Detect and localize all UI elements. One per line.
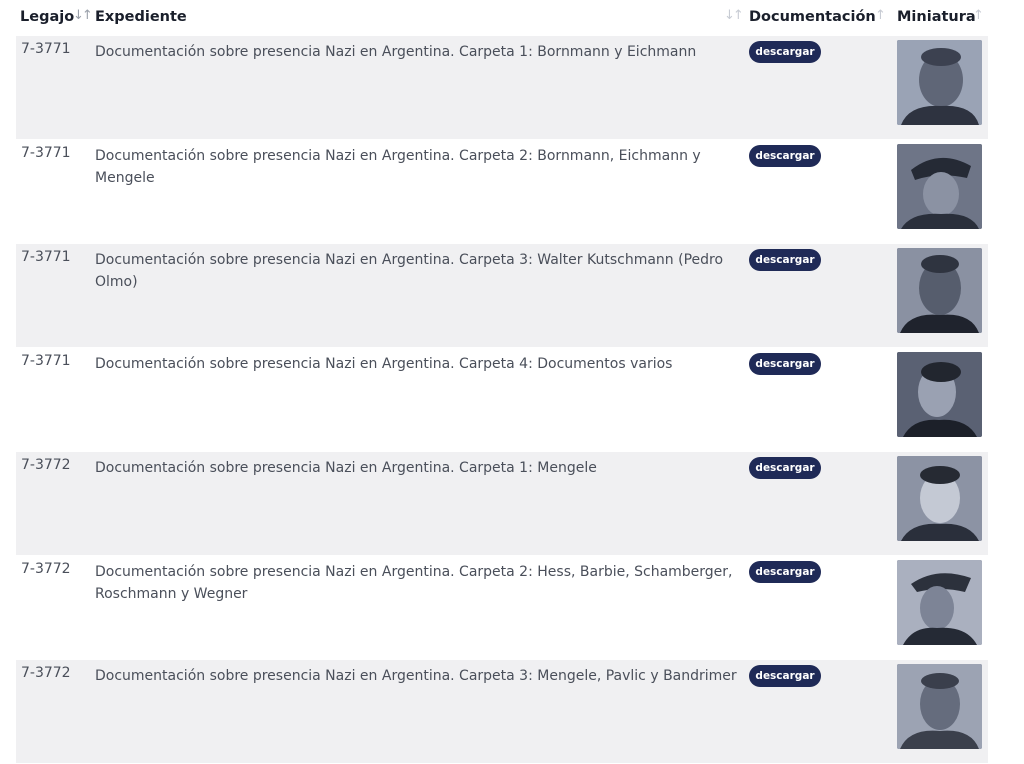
download-button[interactable]: descargar [749, 665, 821, 687]
download-button[interactable]: descargar [749, 249, 821, 271]
header-miniatura[interactable]: Miniatura [897, 9, 976, 25]
table-row: 7-3771 Documentación sobre presencia Naz… [16, 348, 988, 452]
portrait-thumbnail[interactable] [897, 144, 982, 229]
legajo-cell: 7-3772 [21, 665, 71, 681]
portrait-thumbnail[interactable] [897, 248, 982, 333]
legajo-cell: 7-3772 [21, 561, 71, 577]
header-legajo[interactable]: Legajo [20, 9, 74, 25]
legajo-cell: 7-3772 [21, 457, 71, 473]
sort-arrows-icon[interactable]: ↑ [973, 8, 984, 23]
download-button[interactable]: descargar [749, 41, 821, 63]
expediente-cell: Documentación sobre presencia Nazi en Ar… [95, 148, 701, 186]
portrait-image [897, 560, 982, 645]
sort-arrows-icon[interactable]: ↑ [875, 8, 886, 23]
header-expediente[interactable]: Expediente [95, 9, 187, 25]
portrait-image [897, 352, 982, 437]
expediente-cell: Documentación sobre presencia Nazi en Ar… [95, 564, 733, 602]
portrait-thumbnail[interactable] [897, 352, 982, 437]
portrait-thumbnail[interactable] [897, 560, 982, 645]
legajo-cell: 7-3771 [21, 249, 71, 265]
legajo-cell: 7-3771 [21, 145, 71, 161]
download-button[interactable]: descargar [749, 145, 821, 167]
sort-arrows-icon[interactable]: ↓↑ [73, 8, 93, 23]
table-header: Legajo ↓↑ Expediente ↓↑ Documentación ↑ … [16, 0, 988, 36]
expediente-cell: Documentación sobre presencia Nazi en Ar… [95, 44, 697, 60]
table-row: 7-3772 Documentación sobre presencia Naz… [16, 452, 988, 556]
legajo-cell: 7-3771 [21, 353, 71, 369]
table-row: 7-3771 Documentación sobre presencia Naz… [16, 36, 988, 140]
portrait-image [897, 456, 982, 541]
table-row: 7-3771 Documentación sobre presencia Naz… [16, 140, 988, 244]
expediente-cell: Documentación sobre presencia Nazi en Ar… [95, 356, 673, 372]
table-row: 7-3772 Documentación sobre presencia Naz… [16, 556, 988, 660]
download-button[interactable]: descargar [749, 353, 821, 375]
expediente-cell: Documentación sobre presencia Nazi en Ar… [95, 252, 724, 290]
header-documentacion[interactable]: Documentación [749, 9, 876, 25]
portrait-thumbnail[interactable] [897, 40, 982, 125]
documents-table: Legajo ↓↑ Expediente ↓↑ Documentación ↑ … [16, 0, 988, 764]
portrait-image [897, 144, 982, 229]
download-button[interactable]: descargar [749, 457, 821, 479]
portrait-image [897, 664, 982, 749]
table-row: 7-3772 Documentación sobre presencia Naz… [16, 660, 988, 764]
portrait-thumbnail[interactable] [897, 456, 982, 541]
expediente-cell: Documentación sobre presencia Nazi en Ar… [95, 460, 597, 476]
legajo-cell: 7-3771 [21, 41, 71, 57]
portrait-thumbnail[interactable] [897, 664, 982, 749]
portrait-image [897, 248, 982, 333]
download-button[interactable]: descargar [749, 561, 821, 583]
portrait-image [897, 40, 982, 125]
expediente-cell: Documentación sobre presencia Nazi en Ar… [95, 668, 737, 684]
table-row: 7-3771 Documentación sobre presencia Naz… [16, 244, 988, 348]
sort-arrows-icon[interactable]: ↓↑ [724, 8, 744, 23]
